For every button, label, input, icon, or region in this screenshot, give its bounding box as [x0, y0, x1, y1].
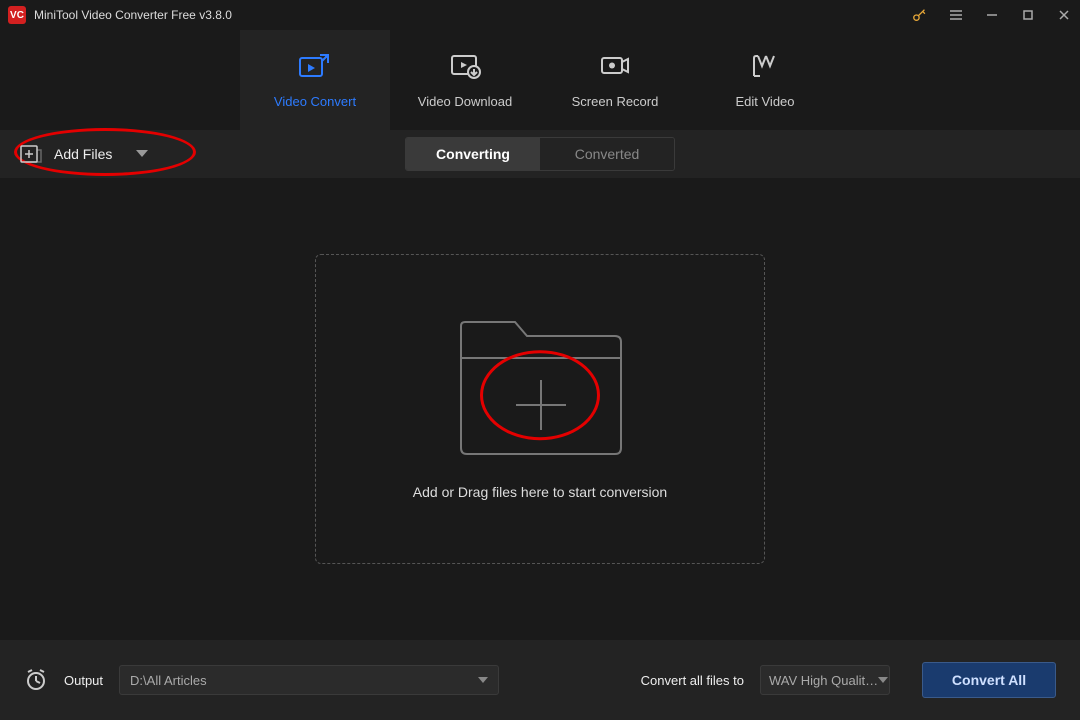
output-path-select[interactable]: D:\All Articles	[119, 665, 499, 695]
chevron-down-icon[interactable]	[136, 150, 148, 158]
chevron-down-icon	[478, 677, 488, 683]
tab-label: Video Download	[418, 94, 512, 109]
close-icon[interactable]	[1056, 7, 1072, 23]
subtab-converting[interactable]: Converting	[406, 138, 540, 170]
subtab-converted[interactable]: Converted	[540, 138, 674, 170]
record-icon	[598, 52, 632, 80]
app-title: MiniTool Video Converter Free v3.8.0	[34, 8, 232, 22]
dropzone-text: Add or Drag files here to start conversi…	[413, 484, 667, 500]
output-path-value: D:\All Articles	[130, 673, 207, 688]
tab-edit-video[interactable]: Edit Video	[690, 30, 840, 130]
edit-icon	[748, 52, 782, 80]
key-icon[interactable]	[912, 7, 928, 23]
app-logo: VC	[8, 6, 26, 24]
tab-label: Video Convert	[274, 94, 356, 109]
dropzone[interactable]: Add or Drag files here to start conversi…	[315, 254, 765, 564]
tab-screen-record[interactable]: Screen Record	[540, 30, 690, 130]
tab-video-download[interactable]: Video Download	[390, 30, 540, 130]
titlebar: VC MiniTool Video Converter Free v3.8.0	[0, 0, 1080, 30]
window-actions	[912, 7, 1072, 23]
convert-icon	[298, 52, 332, 80]
folder-plus-icon	[455, 318, 625, 458]
output-label: Output	[64, 673, 103, 688]
clock-icon[interactable]	[24, 668, 48, 692]
convert-all-label: Convert all files to	[641, 673, 744, 688]
tab-label: Edit Video	[735, 94, 794, 109]
download-icon	[448, 52, 482, 80]
menu-icon[interactable]	[948, 7, 964, 23]
add-file-icon	[20, 145, 42, 163]
convert-all-button[interactable]: Convert All	[922, 662, 1056, 698]
main-nav: Video Convert Video Download Screen Reco…	[0, 30, 1080, 130]
footer: Output D:\All Articles Convert all files…	[0, 640, 1080, 720]
output-format-value: WAV High Qualit…	[769, 673, 878, 688]
toolbar: Add Files Converting Converted	[0, 130, 1080, 178]
output-format-select[interactable]: WAV High Qualit…	[760, 665, 890, 695]
tab-video-convert[interactable]: Video Convert	[240, 30, 390, 130]
main-area: Add or Drag files here to start conversi…	[0, 178, 1080, 640]
add-files-button[interactable]: Add Files	[20, 145, 148, 163]
add-files-label: Add Files	[54, 146, 112, 162]
tab-label: Screen Record	[572, 94, 659, 109]
chevron-down-icon	[878, 677, 888, 683]
maximize-icon[interactable]	[1020, 7, 1036, 23]
minimize-icon[interactable]	[984, 7, 1000, 23]
subtabs: Converting Converted	[405, 137, 675, 171]
